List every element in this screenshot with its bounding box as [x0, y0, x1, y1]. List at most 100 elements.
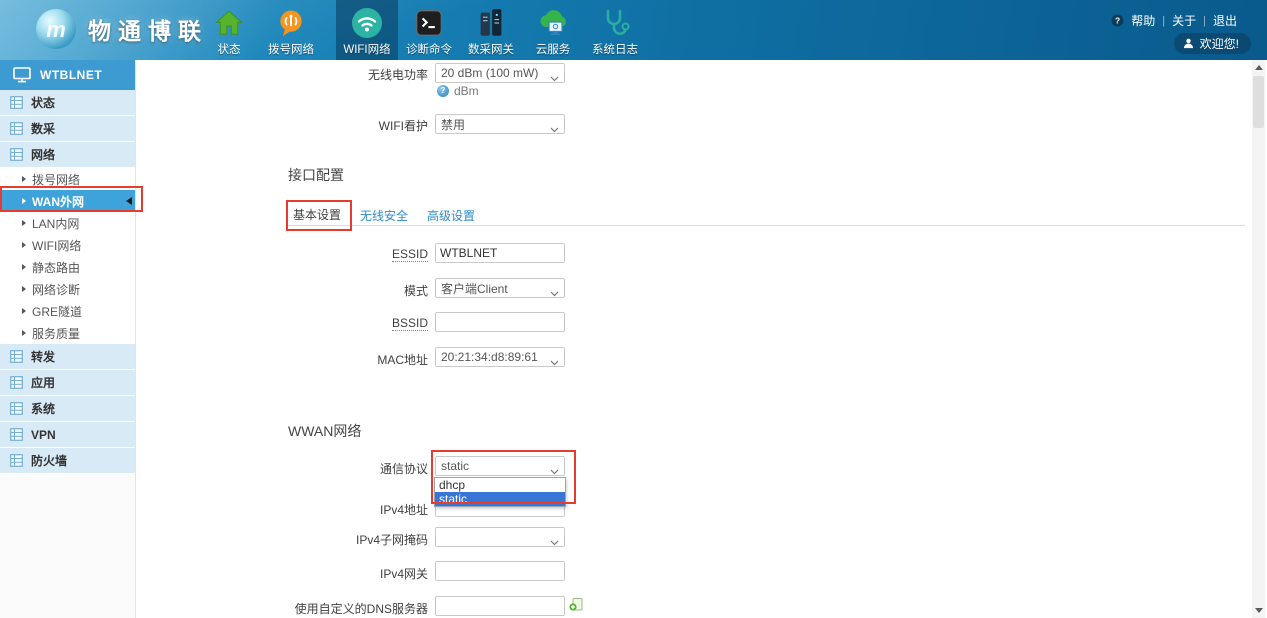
- add-entry-icon[interactable]: [569, 597, 583, 616]
- syslog-icon: [600, 5, 630, 41]
- protocol-label: 通信协议: [128, 460, 428, 477]
- radio-power-select[interactable]: 20 dBm (100 mW): [435, 63, 565, 83]
- bssid-input[interactable]: [435, 312, 565, 332]
- chevron-down-icon: [550, 71, 559, 85]
- mac-label: MAC地址: [128, 351, 428, 368]
- caret-right-icon: [22, 242, 26, 248]
- protocol-dropdown-list: dhcp static: [434, 477, 566, 507]
- netmask-label: IPv4子网掩码: [128, 531, 428, 548]
- caret-right-icon: [22, 176, 26, 182]
- home-icon: [214, 5, 244, 41]
- welcome-badge: 欢迎您!: [1174, 33, 1251, 54]
- ipv4-label: IPv4地址: [128, 501, 428, 518]
- logout-link[interactable]: 退出: [1213, 12, 1237, 29]
- caret-right-icon: [22, 198, 26, 204]
- caret-right-icon: [22, 264, 26, 270]
- gateway-label: IPv4网关: [128, 565, 428, 582]
- sidebar-item-wifi[interactable]: WIFI网络: [0, 234, 135, 256]
- radio-power-label: 无线电功率: [128, 66, 428, 83]
- sidebar-item-net-diagnosis[interactable]: 网络诊断: [0, 278, 135, 300]
- nav-wifi[interactable]: WIFI网络: [336, 0, 398, 60]
- hostname-text: WTBLNET: [40, 68, 102, 82]
- chevron-down-icon: [550, 286, 559, 300]
- tab-wireless-security[interactable]: 无线安全: [360, 207, 408, 224]
- chevron-down-icon: [550, 355, 559, 369]
- nav-data-gateway[interactable]: 数采网关: [460, 0, 522, 60]
- vertical-scrollbar[interactable]: [1252, 60, 1265, 618]
- dns-input[interactable]: [435, 596, 565, 616]
- chevron-down-icon: [550, 535, 559, 549]
- caret-right-icon: [22, 308, 26, 314]
- logo-sphere-icon: m: [34, 7, 78, 51]
- chevron-down-icon: [550, 122, 559, 136]
- tab-advanced-settings[interactable]: 高级设置: [427, 207, 475, 224]
- scroll-down-arrow-icon[interactable]: [1255, 608, 1263, 613]
- sidebar-item-qos[interactable]: 服务质量: [0, 322, 135, 344]
- wifi-guard-label: WIFI看护: [128, 117, 428, 134]
- radio-power-hint: ? dBm: [437, 84, 479, 98]
- protocol-select[interactable]: static: [435, 456, 565, 476]
- grid-menu-icon: [10, 350, 23, 363]
- essid-label: ESSID: [128, 247, 428, 261]
- sidebar-item-forward[interactable]: 转发: [0, 344, 135, 370]
- header-links: ? 帮助 | 关于 | 退出: [1111, 12, 1237, 29]
- wifi-icon: [351, 5, 383, 41]
- data-gateway-icon: [477, 5, 505, 41]
- nav-cloud-service[interactable]: 云服务: [522, 0, 584, 60]
- sidebar-item-data-collect[interactable]: 数采: [0, 116, 135, 142]
- sidebar-item-lan[interactable]: LAN内网: [0, 212, 135, 234]
- link-separator: |: [1203, 15, 1206, 27]
- grid-menu-icon: [10, 428, 23, 441]
- question-hint-icon: ?: [437, 85, 449, 97]
- welcome-text: 欢迎您!: [1200, 35, 1239, 52]
- scroll-up-arrow-icon[interactable]: [1255, 65, 1263, 70]
- tab-divider: [288, 225, 1245, 226]
- protocol-option-dhcp[interactable]: dhcp: [435, 478, 565, 492]
- sidebar-item-static-route[interactable]: 静态路由: [0, 256, 135, 278]
- mac-select[interactable]: 20:21:34:d8:89:61: [435, 347, 565, 367]
- caret-right-icon: [22, 220, 26, 226]
- sidebar-item-apps[interactable]: 应用: [0, 370, 135, 396]
- sidebar-item-vpn[interactable]: VPN: [0, 422, 135, 448]
- scrollbar-thumb[interactable]: [1253, 76, 1264, 128]
- chevron-down-icon: [550, 464, 559, 478]
- sidebar-item-system[interactable]: 系统: [0, 396, 135, 422]
- link-separator: |: [1162, 15, 1165, 27]
- wifi-guard-select[interactable]: 禁用: [435, 114, 565, 134]
- grid-menu-icon: [10, 96, 23, 109]
- sidebar-item-dial-network[interactable]: 拨号网络: [0, 168, 135, 190]
- mode-select[interactable]: 客户端Client: [435, 278, 565, 298]
- grid-menu-icon: [10, 122, 23, 135]
- mode-label: 模式: [128, 282, 428, 299]
- grid-menu-icon: [10, 402, 23, 415]
- about-link[interactable]: 关于: [1172, 12, 1196, 29]
- dial-network-icon: [276, 5, 306, 41]
- help-link[interactable]: 帮助: [1131, 12, 1155, 29]
- nav-syslog[interactable]: 系统日志: [584, 0, 646, 60]
- protocol-option-static[interactable]: static: [435, 492, 565, 506]
- sidebar-item-status[interactable]: 状态: [0, 90, 135, 116]
- caret-right-icon: [22, 330, 26, 336]
- sidebar-item-network[interactable]: 网络: [0, 142, 135, 168]
- wwan-section-title: WWAN网络: [288, 421, 361, 441]
- monitor-icon: [13, 67, 31, 83]
- top-header-bar: m 物通博联 状态 拨号网络 WIFI网络: [0, 0, 1267, 60]
- sidebar-item-wan[interactable]: WAN外网: [0, 190, 135, 212]
- sidebar-item-firewall[interactable]: 防火墙: [0, 448, 135, 474]
- nav-dial-network[interactable]: 拨号网络: [260, 0, 322, 60]
- dns-label: 使用自定义的DNS服务器: [128, 600, 428, 617]
- cloud-service-icon: [537, 5, 569, 41]
- tab-basic-settings[interactable]: 基本设置: [288, 203, 346, 225]
- sidebar-item-gre-tunnel[interactable]: GRE隧道: [0, 300, 135, 322]
- netmask-select[interactable]: [435, 527, 565, 547]
- svg-text:?: ?: [1115, 15, 1120, 25]
- gateway-input[interactable]: [435, 561, 565, 581]
- nav-status[interactable]: 状态: [198, 0, 260, 60]
- brand-name: 物通博联: [88, 12, 208, 46]
- bssid-label: BSSID: [128, 316, 428, 330]
- router-admin-page: m 物通博联 状态 拨号网络 WIFI网络: [0, 0, 1267, 618]
- interface-section-title: 接口配置: [288, 165, 344, 185]
- user-icon: [1183, 38, 1194, 49]
- essid-input[interactable]: [435, 243, 565, 263]
- nav-diagnostic[interactable]: 诊断命令: [398, 0, 460, 60]
